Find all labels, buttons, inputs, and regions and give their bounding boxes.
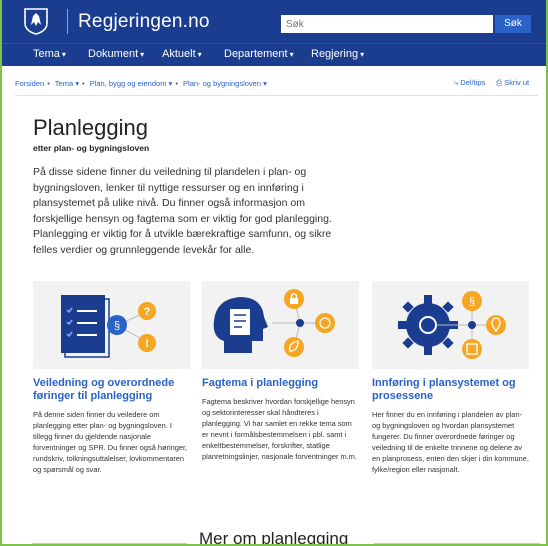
svg-text:§: § <box>114 320 120 332</box>
search-input[interactable] <box>281 15 493 33</box>
breadcrumb-separator: • <box>81 79 85 88</box>
nav-item-regjering[interactable]: Regjering ▾ <box>311 48 364 60</box>
breadcrumb-item-pbl[interactable]: Plan- og bygningsloven <box>183 79 261 88</box>
section-heading: Mer om planlegging <box>199 529 349 546</box>
chevron-down-icon: ▾ <box>289 50 294 59</box>
card-illustration <box>202 281 359 369</box>
card-veiledning[interactable]: § ? ! Veiledning og overordnede føringer… <box>33 281 190 475</box>
breadcrumb-separator: • <box>175 79 178 88</box>
page-subtitle: etter plan- og bygningsloven <box>33 143 150 153</box>
gear-icon: § <box>398 291 506 359</box>
breadcrumb-item-tema[interactable]: Tema <box>55 79 73 88</box>
site-header: Regjeringen.no Søk <box>2 0 546 43</box>
card-text: Her finner du en innføring i plandelen a… <box>372 410 529 474</box>
section-divider <box>32 543 187 544</box>
site-name[interactable]: Regjeringen.no <box>78 11 210 33</box>
nav-label: Regjering <box>311 48 359 60</box>
chevron-down-icon: ▾ <box>360 50 365 59</box>
chevron-down-icon: ▾ <box>140 50 145 59</box>
printer-icon: ⎙ <box>496 78 505 87</box>
nav-label: Departement <box>224 48 288 60</box>
chevron-down-icon[interactable]: ▾ <box>73 79 79 88</box>
card-text: Fagtema beskriver hvordan forskjellige h… <box>202 397 357 461</box>
nav-label: Dokument <box>88 48 139 60</box>
chevron-down-icon[interactable]: ▾ <box>166 79 173 88</box>
nav-label: Aktuelt <box>162 48 196 60</box>
svg-text:?: ? <box>144 306 151 318</box>
share-link[interactable]: ⤷ Del/tips <box>454 78 485 88</box>
header-divider <box>67 9 68 34</box>
nav-item-dokument[interactable]: Dokument ▾ <box>88 48 144 60</box>
print-link[interactable]: ⎙ Skriv ut <box>496 78 529 88</box>
breadcrumb-divider <box>15 95 538 96</box>
page-title: Planlegging <box>33 115 148 140</box>
card-innforing[interactable]: § Innføring i plansystemet og prosessene… <box>372 281 529 475</box>
section-divider <box>374 543 540 544</box>
chevron-down-icon[interactable]: ▾ <box>261 79 267 88</box>
nav-item-aktuelt[interactable]: Aktuelt ▾ <box>162 48 202 60</box>
search-button[interactable]: Søk <box>495 15 531 33</box>
main-nav: Tema ▾ Dokument ▾ Aktuelt ▾ Departement ▾ Re… <box>2 43 546 66</box>
card-fagtema[interactable]: Fagtema i planlegging Fagtema beskriver … <box>202 281 359 462</box>
breadcrumb-separator: • <box>47 79 50 88</box>
print-label: Skriv ut <box>504 78 530 87</box>
head-document-icon <box>213 289 335 357</box>
breadcrumb: Forsiden • Tema ▾ • Plan, bygg og eiendom … <box>15 79 267 88</box>
svg-text:§: § <box>469 296 475 308</box>
card-illustration: § <box>372 281 529 369</box>
coat-of-arms-logo[interactable] <box>10 6 62 36</box>
nav-label: Tema <box>33 48 60 60</box>
share-label: Del/tips <box>460 78 486 87</box>
card-title[interactable]: Innføring i plansystemet og prosessene <box>372 377 529 403</box>
intro-text: På disse sidene finner du veiledning til… <box>33 166 332 256</box>
nav-item-tema[interactable]: Tema ▾ <box>33 48 66 60</box>
document-checklist-icon: § ? ! <box>61 295 156 358</box>
card-title[interactable]: Veiledning og overordnede føringer til p… <box>33 377 190 403</box>
breadcrumb-item-plan-bygg[interactable]: Plan, bygg og eiendom <box>90 79 167 88</box>
breadcrumb-item-home[interactable]: Forsiden <box>15 79 44 88</box>
browser-frame: Regjeringen.no Søk Tema▾ Dokument▾ Aktue… <box>0 0 548 546</box>
chevron-down-icon: ▾ <box>61 50 66 59</box>
card-illustration: § ? ! <box>33 281 190 369</box>
nav-item-departement[interactable]: Departement ▾ <box>224 48 294 60</box>
svg-text:!: ! <box>145 338 149 350</box>
card-title[interactable]: Fagtema i planlegging <box>202 377 359 390</box>
card-text: På denne siden finner du veiledere om pl… <box>33 410 188 474</box>
chevron-down-icon: ▾ <box>197 50 202 59</box>
